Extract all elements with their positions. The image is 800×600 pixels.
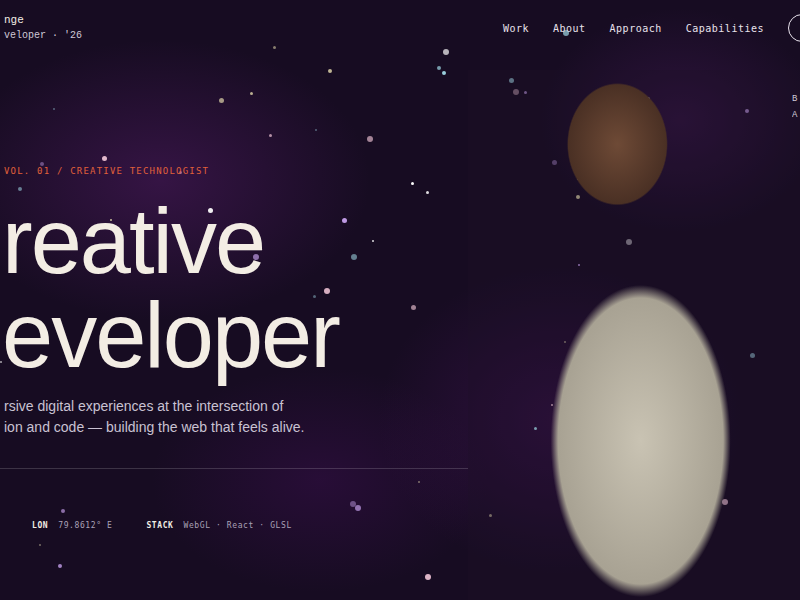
brand[interactable]: nge veloper · '26 — [0, 14, 82, 41]
star — [328, 69, 332, 73]
hero: VOL. 01 / CREATIVE TECHNOLOGIST reativeev… — [0, 56, 800, 600]
star — [40, 162, 44, 166]
star — [443, 49, 449, 55]
star — [61, 509, 65, 513]
nav-link[interactable]: Capabilities — [686, 23, 764, 34]
nav-link[interactable]: About — [553, 23, 586, 34]
star — [411, 305, 416, 310]
star — [418, 481, 420, 483]
brand-tagline: veloper · '26 — [4, 30, 82, 41]
astronaut-photo — [468, 70, 800, 600]
nav-link[interactable]: Work — [503, 23, 529, 34]
side-label: B — [792, 94, 800, 104]
header: nge veloper · '26 Work About Approach Capabil… — [0, 0, 800, 56]
star — [442, 71, 446, 75]
meta-value: 79.8612° E — [58, 521, 112, 530]
meta-item: STACK WebGL · React · GLSL — [146, 521, 291, 530]
nav-link[interactable]: Approach — [610, 23, 662, 34]
meta-row: LON 79.8612° E STACK WebGL · React · GLSL — [0, 469, 468, 530]
star — [0, 361, 2, 363]
eyebrow: VOL. 01 / CREATIVE TECHNOLOGIST — [0, 166, 468, 176]
hero-content: VOL. 01 / CREATIVE TECHNOLOGIST reativeev… — [0, 56, 468, 600]
star — [269, 134, 272, 137]
star — [342, 218, 347, 223]
title-line: eveloper — [2, 288, 468, 382]
star — [39, 544, 41, 546]
lede-line: rsive digital experiences at the interse… — [4, 396, 468, 417]
star — [425, 574, 431, 580]
meta-item: LON 79.8612° E — [32, 521, 112, 530]
star — [355, 505, 361, 511]
star — [367, 136, 373, 142]
side-label: A — [792, 110, 800, 120]
star — [273, 46, 276, 49]
star — [219, 98, 224, 103]
main-nav: Work About Approach Capabilities — [503, 14, 800, 42]
star — [315, 129, 317, 131]
star — [372, 240, 374, 242]
side-labels: BA — [792, 94, 800, 120]
star — [58, 564, 62, 568]
star — [53, 108, 55, 110]
divider — [0, 468, 468, 469]
brand-name[interactable]: nge — [4, 14, 82, 26]
meta-label: STACK — [146, 521, 173, 530]
star — [437, 66, 441, 70]
hero-title: reativeeveloper — [0, 194, 468, 382]
menu-button[interactable] — [788, 14, 800, 42]
star — [411, 182, 414, 185]
star — [426, 191, 429, 194]
hero-lede: rsive digital experiences at the interse… — [0, 396, 468, 438]
star — [102, 156, 107, 161]
title-line: reative — [2, 194, 468, 288]
star — [351, 254, 357, 260]
star — [350, 501, 356, 507]
meta-value: WebGL · React · GLSL — [184, 521, 292, 530]
meta-label: LON — [32, 521, 48, 530]
star — [250, 92, 253, 95]
lede-line: ion and code — building the web that fee… — [4, 417, 468, 438]
star — [18, 187, 22, 191]
